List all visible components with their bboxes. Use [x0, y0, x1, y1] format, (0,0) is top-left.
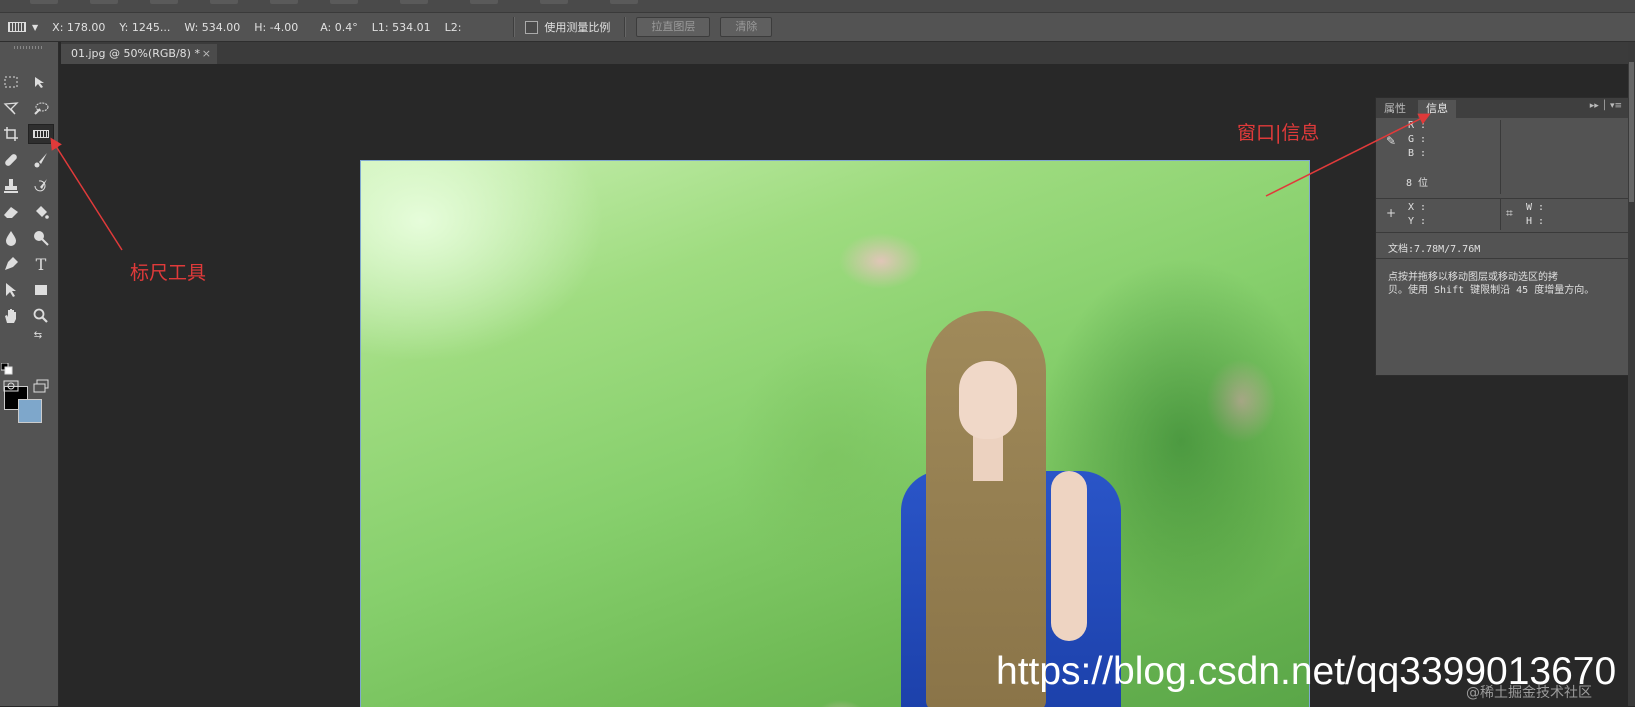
menu-item-stub[interactable] [90, 0, 118, 4]
shape-icon[interactable] [30, 280, 52, 300]
annotation-window-info: 窗口|信息 [1237, 122, 1320, 144]
divider [624, 17, 627, 37]
document-tab-title: 01.jpg @ 50%(RGB/8) * [71, 47, 200, 60]
menu-item-stub[interactable] [330, 0, 358, 4]
selection-size-icon: ⌗ [1506, 206, 1513, 220]
ruler-icon[interactable] [8, 22, 26, 32]
lasso-icon[interactable] [0, 98, 22, 118]
crosshair-icon: + [1386, 206, 1397, 220]
pen-icon[interactable] [0, 254, 22, 274]
divider [1500, 198, 1501, 230]
l2-readout: L2: [444, 20, 462, 34]
watermark-site: @稀土掘金技术社区 [1466, 685, 1592, 701]
crop-icon[interactable] [0, 124, 22, 144]
background-color-swatch[interactable] [18, 399, 42, 423]
tools-panel: T ⇆ [0, 42, 59, 706]
info-panel-tabs: 属性 信息 ▸▸ │ ▾≡ [1376, 98, 1628, 118]
document-tab[interactable]: 01.jpg @ 50%(RGB/8) * × [61, 44, 217, 64]
path-select-icon[interactable] [0, 280, 22, 300]
r-value: R : [1408, 120, 1427, 131]
divider [1376, 258, 1628, 259]
menu-item-stub[interactable] [470, 0, 498, 4]
straighten-layer-button[interactable]: 拉直图层 [636, 17, 711, 37]
eyedropper-icon: ✎ [1386, 134, 1397, 148]
w-readout: W: 534.00 [184, 20, 241, 34]
close-icon[interactable]: × [202, 44, 211, 64]
paint-bucket-icon[interactable] [30, 202, 52, 222]
w-value: W : [1526, 202, 1545, 213]
menu-bar [0, 0, 1635, 13]
dodge-icon[interactable] [30, 228, 52, 248]
swap-colors-icon[interactable]: ⇆ [30, 328, 46, 342]
use-measurement-scale-label: 使用测量比例 [544, 21, 611, 34]
hand-icon[interactable] [0, 306, 22, 326]
h-readout: H: -4.00 [254, 20, 299, 34]
zoom-icon[interactable] [30, 306, 52, 326]
tool-preset-caret-icon[interactable]: ▼ [32, 23, 38, 32]
arrow-to-ruler-tool [50, 137, 123, 251]
menu-item-stub[interactable] [150, 0, 178, 4]
stamp-icon[interactable] [0, 176, 22, 196]
photo-subject-arm [1051, 471, 1087, 641]
bit-depth: 8 位 [1406, 178, 1429, 189]
menu-item-stub[interactable] [610, 0, 638, 4]
screen-mode-icon[interactable] [30, 376, 52, 396]
panel-menu-icon[interactable]: ▸▸ │ ▾≡ [1590, 101, 1622, 111]
info-panel: 属性 信息 ▸▸ │ ▾≡ ✎ R : G : B : 8 位 + X : Y … [1375, 97, 1629, 376]
quick-mask-icon[interactable] [0, 376, 22, 396]
tab-properties[interactable]: 属性 [1376, 100, 1414, 118]
g-value: G : [1408, 134, 1427, 145]
angle-readout: A: 0.4° [320, 20, 358, 34]
history-brush-icon[interactable] [30, 176, 52, 196]
brush-icon[interactable] [30, 150, 52, 170]
divider [1376, 232, 1628, 233]
vertical-scrollbar[interactable] [1628, 42, 1635, 706]
divider [1376, 198, 1628, 199]
tab-info[interactable]: 信息 [1418, 100, 1456, 118]
h-value: H : [1526, 216, 1545, 227]
document-size: 文档:7.78M/7.76M [1388, 244, 1481, 255]
menu-item-stub[interactable] [270, 0, 298, 4]
divider [1500, 120, 1501, 194]
l1-readout: L1: 534.01 [371, 20, 431, 34]
use-measurement-scale-checkbox[interactable] [525, 20, 539, 34]
options-bar: ▼ X: 178.00 Y: 1245... W: 534.00 H: -4.0… [0, 13, 1635, 42]
menu-item-stub[interactable] [30, 0, 58, 4]
x-readout: X: 178.00 [52, 20, 106, 34]
default-colors-icon[interactable] [0, 362, 14, 376]
ruler-icon[interactable] [28, 124, 54, 144]
y-readout: Y: 1245... [119, 20, 171, 34]
blur-icon[interactable] [0, 228, 22, 248]
x-value: X : [1408, 202, 1427, 213]
b-value: B : [1408, 148, 1427, 159]
menu-item-stub[interactable] [540, 0, 568, 4]
scrollbar-thumb[interactable] [1629, 62, 1634, 202]
healing-icon[interactable] [0, 150, 22, 170]
eraser-icon[interactable] [0, 202, 22, 222]
menu-item-stub[interactable] [210, 0, 238, 4]
y-value: Y : [1408, 216, 1427, 227]
divider [513, 17, 516, 37]
panel-grip[interactable] [14, 46, 44, 49]
annotation-ruler-tool: 标尺工具 [130, 262, 207, 284]
document-canvas[interactable] [360, 160, 1310, 707]
tool-hint-line-2: 贝。使用 Shift 键限制沿 45 度增量方向。 [1388, 285, 1595, 296]
photo-subject-face [959, 361, 1017, 439]
marquee-icon[interactable] [0, 72, 22, 92]
quick-select-icon[interactable] [30, 98, 52, 118]
document-tab-bar: 01.jpg @ 50%(RGB/8) * × [61, 42, 1635, 64]
move-icon[interactable] [30, 72, 52, 92]
clear-button[interactable]: 清除 [720, 17, 773, 37]
menu-item-stub[interactable] [400, 0, 428, 4]
type-icon[interactable]: T [30, 254, 52, 274]
